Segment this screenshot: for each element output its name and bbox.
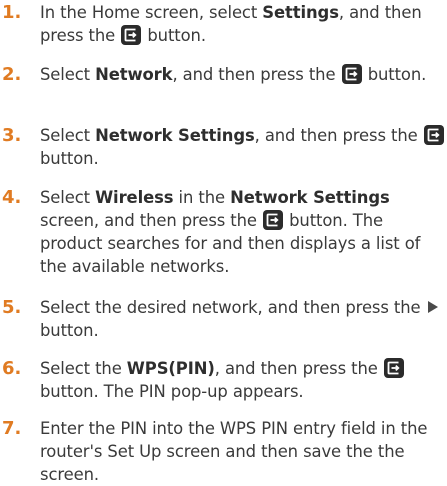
enter-button-icon	[341, 64, 362, 84]
step-number: 1.	[2, 2, 22, 23]
enter-button-icon	[121, 25, 142, 45]
step-text: Select Network, and then press the butto…	[40, 64, 427, 84]
step-4: 4. Select Wireless in the Network Settin…	[0, 186, 447, 278]
enter-button-icon	[263, 210, 284, 230]
step-1: 1. In the Home screen, select Settings, …	[0, 1, 447, 47]
step-text: In the Home screen, select Settings, and…	[40, 3, 422, 45]
menu-label: Network Settings	[230, 188, 390, 207]
step-5: 5. Select the desired network, and then …	[0, 296, 447, 342]
step-number: 6.	[2, 358, 22, 379]
step-text: Select Wireless in the Network Settings …	[40, 188, 421, 276]
step-number: 2.	[2, 64, 22, 85]
enter-button-icon	[423, 125, 444, 145]
step-7: 7. Enter the PIN into the WPS PIN entry …	[0, 417, 447, 486]
step-number: 3.	[2, 125, 22, 146]
step-2: 2. Select Network, and then press the bu…	[0, 63, 447, 86]
menu-label: Network Settings	[95, 126, 255, 145]
enter-button-icon	[383, 358, 404, 378]
play-button-icon	[427, 301, 438, 313]
step-number: 4.	[2, 187, 22, 208]
menu-label: Wireless	[95, 188, 174, 207]
step-text: Enter the PIN into the WPS PIN entry fie…	[40, 419, 428, 484]
step-text: Select Network Settings, and then press …	[40, 124, 447, 170]
step-3: 3. Select Network Settings, and then pre…	[0, 124, 447, 170]
step-text: Select the desired network, and then pre…	[40, 296, 447, 342]
step-number: 7.	[2, 418, 22, 439]
menu-label: WPS(PIN)	[126, 359, 215, 378]
step-6: 6. Select the WPS(PIN), and then press t…	[0, 357, 447, 403]
menu-label: Network	[95, 65, 173, 84]
menu-label: Settings	[262, 3, 339, 22]
step-text: Select the WPS(PIN), and then press the …	[40, 357, 447, 403]
instruction-steps: 1. In the Home screen, select Settings, …	[0, 0, 447, 484]
step-number: 5.	[2, 297, 22, 318]
